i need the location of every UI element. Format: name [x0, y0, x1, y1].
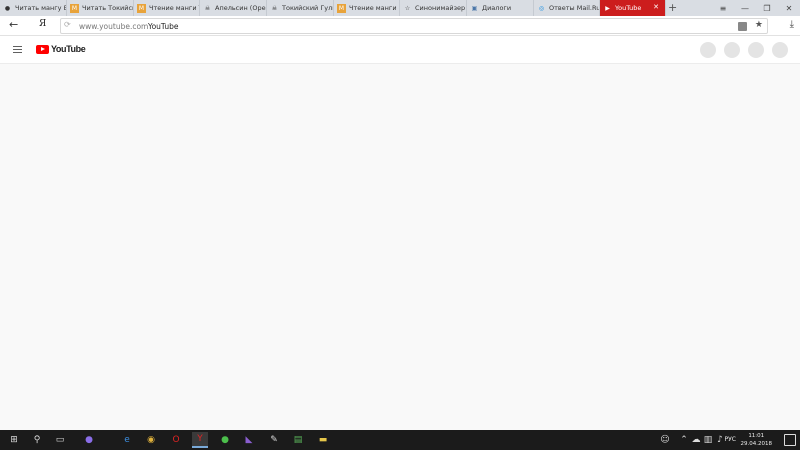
- tab-label: Читать Токийск: [82, 4, 133, 12]
- youtube-icon: ▶: [605, 4, 610, 12]
- avatar[interactable]: [772, 42, 788, 58]
- tab-label: Чтение манги Т: [149, 4, 199, 12]
- tab-label: YouTube: [615, 4, 642, 12]
- chat-icon: ▣: [471, 4, 478, 12]
- alice-icon[interactable]: ●: [81, 432, 97, 448]
- manga-m-icon: M: [337, 3, 346, 13]
- task-view-icon[interactable]: ▭: [52, 432, 68, 448]
- tab-3[interactable]: M Чтение манги Т: [134, 0, 200, 16]
- bookmark-icon[interactable]: [738, 22, 747, 31]
- window-controls: ≡ — ❐ ✕: [712, 0, 800, 16]
- globe-icon: ●: [4, 4, 11, 12]
- tab-label: Читать мангу Ва: [15, 4, 66, 12]
- tab-label: Диалоги: [482, 4, 512, 12]
- edge-icon[interactable]: e: [119, 432, 135, 448]
- restore-button[interactable]: ❐: [756, 0, 778, 16]
- opera-icon[interactable]: O: [168, 432, 184, 448]
- tab-youtube-active[interactable]: ▶ YouTube ✕: [600, 0, 666, 16]
- close-window-button[interactable]: ✕: [778, 0, 800, 16]
- download-icon[interactable]: ⤓: [790, 19, 794, 30]
- placeholder-icon-3[interactable]: [748, 42, 764, 58]
- favorite-star-icon[interactable]: ★: [755, 20, 763, 30]
- clock-time: 11:01: [748, 433, 765, 439]
- visual-studio-icon[interactable]: ◣: [241, 432, 257, 448]
- star-icon: ☆: [404, 4, 411, 12]
- files-icon[interactable]: ▬: [315, 432, 331, 448]
- placeholder-icon-2[interactable]: [724, 42, 740, 58]
- manga-m-icon: M: [137, 3, 146, 13]
- whatsapp-icon[interactable]: ●: [217, 432, 233, 448]
- youtube-logo[interactable]: YouTube: [36, 44, 86, 54]
- youtube-logo-text: YouTube: [51, 44, 86, 54]
- skull-icon: ☠: [204, 4, 211, 12]
- yandex-browser-icon[interactable]: Y: [192, 432, 208, 448]
- reload-icon[interactable]: ⟳: [64, 20, 71, 29]
- tab-2[interactable]: M Читать Токийск: [67, 0, 134, 16]
- tab-4[interactable]: ☠ Апельсин (Оре: [200, 0, 267, 16]
- close-tab-icon[interactable]: ✕: [653, 3, 659, 11]
- notepad-icon[interactable]: ▤: [290, 432, 306, 448]
- notifications-icon[interactable]: [784, 434, 796, 446]
- url-domain: www.youtube.com: [79, 22, 149, 31]
- mailru-icon: ◎: [538, 4, 545, 12]
- tab-label: Токийский Гуль: [282, 4, 333, 12]
- minimize-button[interactable]: —: [734, 0, 756, 16]
- tab-1[interactable]: ● Читать мангу Ва: [0, 0, 67, 16]
- youtube-header: YouTube: [0, 36, 800, 64]
- language-indicator[interactable]: РУС: [725, 436, 736, 443]
- manga-m-icon: M: [70, 3, 79, 13]
- url-page-title: YouTube: [148, 22, 179, 31]
- hamburger-menu-icon[interactable]: [13, 46, 22, 53]
- tab-label: Синонимайзер: [415, 4, 466, 12]
- tab-9[interactable]: ◎ Ответы Mail.Ru: [534, 0, 600, 16]
- search-icon[interactable]: ⚲: [29, 432, 45, 448]
- tab-8[interactable]: ▣ Диалоги: [467, 0, 534, 16]
- tab-label: Чтение манги Б: [349, 4, 399, 12]
- new-tab-button[interactable]: +: [668, 1, 677, 14]
- chrome-icon[interactable]: ◉: [143, 432, 159, 448]
- youtube-play-icon: [36, 44, 49, 54]
- windows-taskbar: ⊞ ⚲ ▭ ● e ◉ O Y ● ◣ ✎ ▤ ▬ ☺ ⌃ ☁ ▥ ♪ РУС …: [0, 430, 800, 450]
- people-icon[interactable]: ☺: [657, 432, 673, 448]
- skull-icon: ☠: [271, 4, 278, 12]
- tab-bar: ● Читать мангу Ва M Читать Токийск M Чте…: [0, 0, 800, 16]
- url-field[interactable]: ⟳ www.youtube.com YouTube ★: [60, 18, 768, 34]
- address-bar: ← Я ⟳ www.youtube.com YouTube ★ ⤓: [0, 16, 800, 36]
- tab-5[interactable]: ☠ Токийский Гуль: [267, 0, 334, 16]
- page-content: [0, 65, 800, 430]
- clock-date: 29.04.2018: [740, 441, 773, 447]
- placeholder-icon-1[interactable]: [700, 42, 716, 58]
- tab-label: Апельсин (Оре: [215, 4, 266, 12]
- windows-start-icon[interactable]: ⊞: [6, 432, 22, 448]
- back-button[interactable]: ←: [9, 18, 18, 31]
- tab-6[interactable]: M Чтение манги Б: [334, 0, 400, 16]
- tab-7[interactable]: ☆ Синонимайзер: [400, 0, 467, 16]
- clock[interactable]: 11:01 29.04.2018: [741, 432, 773, 448]
- menu-icon[interactable]: ≡: [712, 0, 734, 16]
- tab-label: Ответы Mail.Ru: [549, 4, 599, 12]
- app-icon[interactable]: ✎: [266, 432, 282, 448]
- yandex-logo-icon[interactable]: Я: [39, 19, 46, 29]
